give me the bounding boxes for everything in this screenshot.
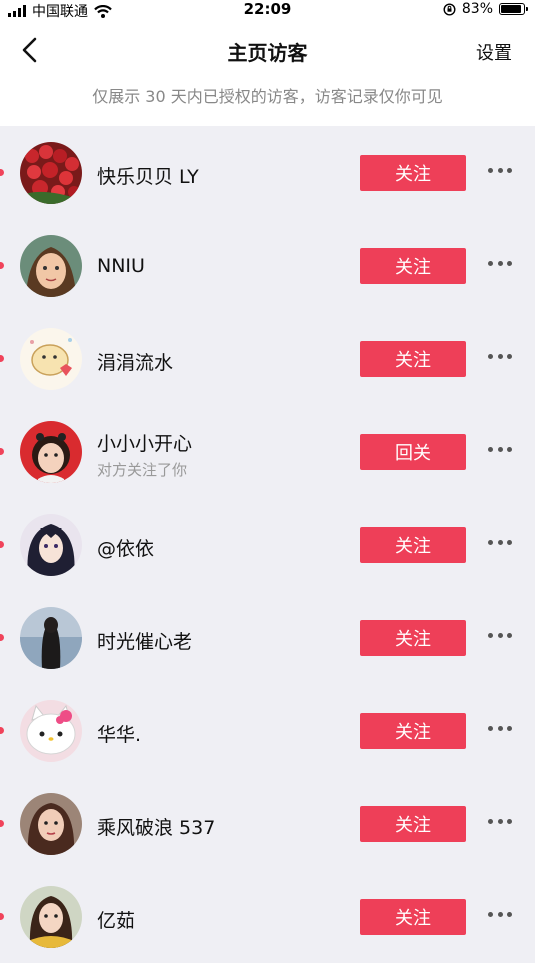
follow-button[interactable]: 关注 bbox=[360, 806, 466, 842]
more-options-icon[interactable] bbox=[488, 630, 512, 640]
red-roses-avatar-icon[interactable] bbox=[20, 142, 82, 204]
more-options-icon[interactable] bbox=[488, 258, 512, 268]
visitor-row[interactable]: 亿茹 关注 bbox=[0, 870, 535, 963]
hello-kitty-avatar-icon[interactable] bbox=[20, 700, 82, 762]
follow-button[interactable]: 关注 bbox=[360, 899, 466, 935]
unread-dot bbox=[0, 262, 4, 269]
follow-button[interactable]: 关注 bbox=[360, 248, 466, 284]
page-title: 主页访客 bbox=[227, 41, 308, 65]
unread-dot bbox=[0, 820, 4, 827]
battery-percent: 83% bbox=[461, 1, 493, 17]
follow-button[interactable]: 关注 bbox=[360, 620, 466, 656]
visitor-name: 小小小开心 bbox=[97, 433, 193, 455]
more-options-icon[interactable] bbox=[488, 165, 512, 175]
cartoon-sticker-avatar-icon[interactable] bbox=[20, 328, 82, 390]
more-options-icon[interactable] bbox=[488, 537, 512, 547]
follow-button[interactable]: 关注 bbox=[360, 155, 466, 191]
unread-dot bbox=[0, 541, 4, 548]
visitor-row[interactable]: NNIU 关注 bbox=[0, 219, 535, 312]
woman-portrait-avatar-icon[interactable] bbox=[20, 793, 82, 855]
kid-portrait-avatar-icon[interactable] bbox=[20, 886, 82, 948]
child-portrait-avatar-icon[interactable] bbox=[20, 235, 82, 297]
visitor-row[interactable]: 小小小开心 对方关注了你 回关 bbox=[0, 405, 535, 498]
follow-button[interactable]: 关注 bbox=[360, 341, 466, 377]
visitor-row[interactable]: 涓涓流水 关注 bbox=[0, 312, 535, 405]
woman-back-avatar-icon[interactable] bbox=[20, 607, 82, 669]
more-options-icon[interactable] bbox=[488, 909, 512, 919]
visitor-name: 乘风破浪 537 bbox=[97, 817, 216, 839]
privacy-notice: 仅展示 30 天内已授权的访客，访客记录仅你可见 bbox=[0, 80, 535, 126]
visitor-name: 亿茹 bbox=[97, 910, 136, 932]
anime-girl-avatar-icon[interactable] bbox=[20, 514, 82, 576]
battery-icon bbox=[499, 3, 528, 15]
orientation-lock-icon bbox=[443, 2, 456, 16]
visitor-row[interactable]: 乘风破浪 537 关注 bbox=[0, 777, 535, 870]
more-options-icon[interactable] bbox=[488, 351, 512, 361]
settings-button[interactable]: 设置 bbox=[476, 39, 512, 65]
follow-back-button[interactable]: 回关 bbox=[360, 434, 466, 470]
status-bar: 中国联通 22:09 83% bbox=[0, 0, 535, 20]
girl-portrait-avatar-icon[interactable] bbox=[20, 421, 82, 483]
visitor-name: 华华. bbox=[97, 724, 142, 746]
more-options-icon[interactable] bbox=[488, 816, 512, 826]
visitor-name: 时光催心老 bbox=[97, 631, 193, 653]
visitor-row[interactable]: 华华. 关注 bbox=[0, 684, 535, 777]
visitor-row[interactable]: @依依 关注 bbox=[0, 498, 535, 591]
visitor-name: NNIU bbox=[97, 255, 145, 277]
visitor-name: 涓涓流水 bbox=[97, 352, 174, 374]
follow-button[interactable]: 关注 bbox=[360, 527, 466, 563]
more-options-icon[interactable] bbox=[488, 444, 512, 454]
unread-dot bbox=[0, 634, 4, 641]
unread-dot bbox=[0, 355, 4, 362]
unread-dot bbox=[0, 448, 4, 455]
visitor-name: 快乐贝贝 LY bbox=[97, 166, 199, 188]
unread-dot bbox=[0, 727, 4, 734]
status-right: 83% bbox=[443, 1, 528, 17]
navigation-bar: 主页访客 设置 bbox=[0, 20, 535, 80]
more-options-icon[interactable] bbox=[488, 723, 512, 733]
visitor-row[interactable]: 时光催心老 关注 bbox=[0, 591, 535, 684]
visitor-row[interactable]: 快乐贝贝 LY 关注 bbox=[0, 126, 535, 219]
unread-dot bbox=[0, 913, 4, 920]
visitor-name: @依依 bbox=[97, 538, 155, 560]
follow-button[interactable]: 关注 bbox=[360, 713, 466, 749]
unread-dot bbox=[0, 169, 4, 176]
visitor-subtitle: 对方关注了你 bbox=[97, 461, 188, 479]
